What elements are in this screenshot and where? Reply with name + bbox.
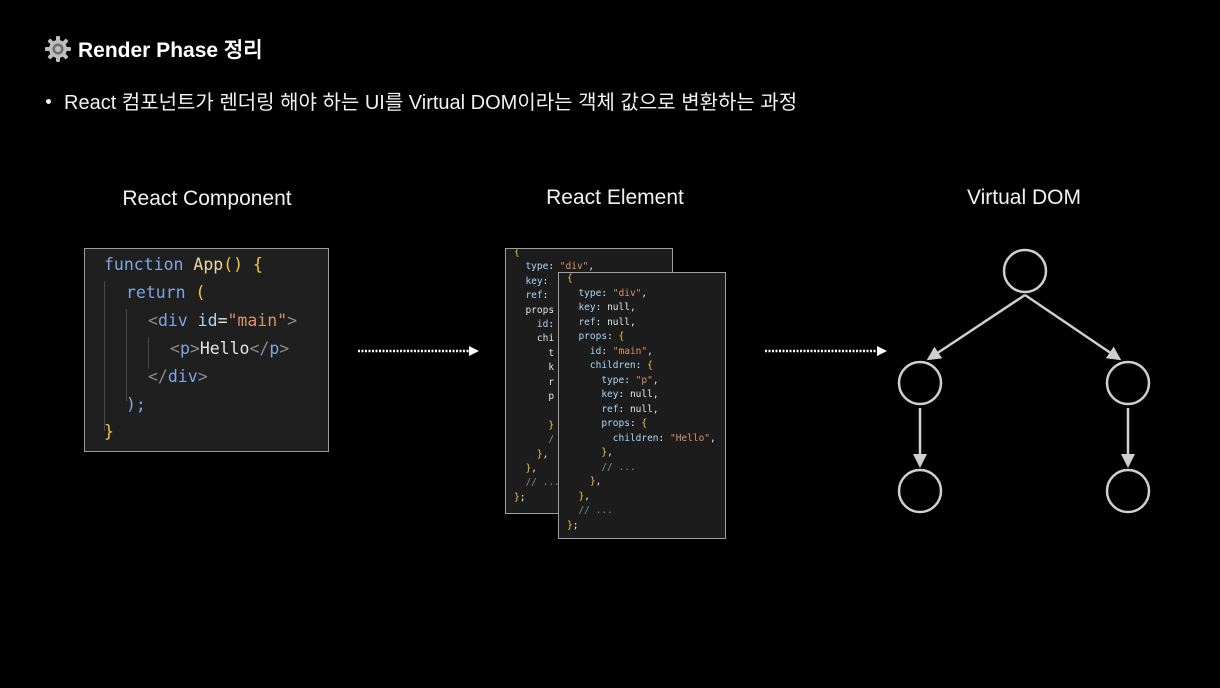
vdom-left-node	[897, 360, 943, 406]
vdom-edge	[1024, 293, 1122, 361]
vdom-right-child-node	[1105, 468, 1151, 514]
vdom-left-child-node	[897, 468, 943, 514]
vdom-right-node	[1105, 360, 1151, 406]
vdom-edge	[926, 293, 1026, 361]
diagram-graphics	[358, 248, 1151, 514]
vdom-root-node	[1002, 248, 1048, 294]
